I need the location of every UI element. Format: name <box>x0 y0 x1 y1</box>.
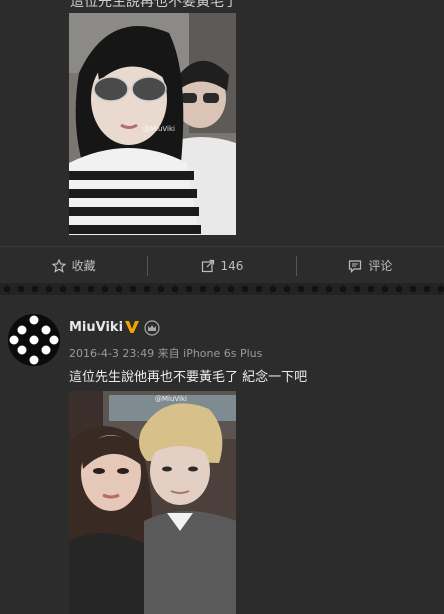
photo-selfie-couple <box>69 391 236 614</box>
photo-watermark: @MiuViki <box>143 125 175 133</box>
share-icon <box>201 259 214 272</box>
comment-icon <box>349 259 362 273</box>
feed-card-previous: 這位先生說再也不要黃毛了 @MiuViki 收藏 146 评论 <box>0 0 444 283</box>
post-meta: 2016-4-3 23:49 来自 iPhone 6s Plus <box>69 345 262 361</box>
photo-watermark: @MiuViki <box>155 395 187 403</box>
post-content: 這位先生說他再也不要黃毛了 紀念一下吧 <box>69 370 308 385</box>
username-link[interactable]: MiuViki <box>69 320 123 335</box>
comment-button[interactable]: 评论 <box>297 255 444 277</box>
member-crown-icon[interactable] <box>144 320 160 336</box>
star-icon <box>51 258 66 273</box>
post-photo[interactable]: @MiuViki <box>69 391 236 614</box>
repost-count: 146 <box>220 258 244 273</box>
repost-button[interactable]: 146 <box>148 255 295 277</box>
post-timestamp[interactable]: 2016-4-3 23:49 <box>69 347 154 360</box>
verified-v-icon[interactable] <box>124 319 140 335</box>
post-action-bar: 收藏 146 评论 <box>0 246 444 284</box>
post-source: 来自 iPhone 6s Plus <box>157 347 263 360</box>
feed-separator <box>0 283 444 295</box>
favorite-label: 收藏 <box>71 259 96 273</box>
favorite-button[interactable]: 收藏 <box>0 255 147 277</box>
avatar[interactable] <box>8 314 60 366</box>
photo-selfie-couple <box>69 13 236 235</box>
post-photo[interactable]: @MiuViki <box>69 13 236 235</box>
comment-label: 评论 <box>368 259 393 273</box>
post-text-truncated: 這位先生說再也不要黃毛了 <box>70 0 238 10</box>
avatar-polka-dot-image <box>8 314 60 366</box>
